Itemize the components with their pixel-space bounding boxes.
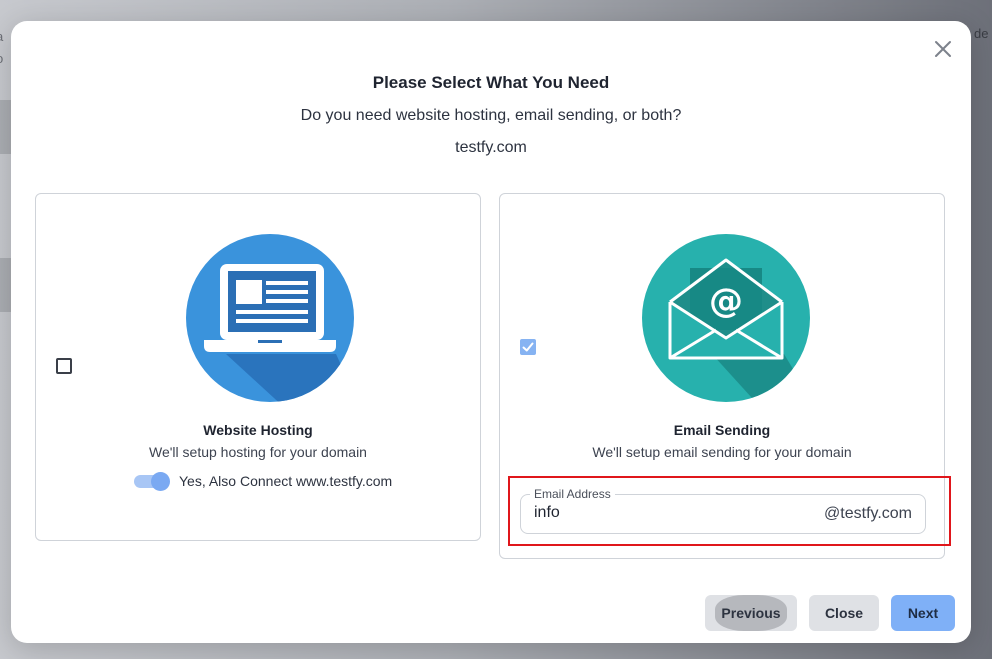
email-address-field[interactable]: Email Address @testfy.com bbox=[520, 487, 926, 534]
email-domain-suffix: @testfy.com bbox=[824, 505, 912, 522]
svg-text:@: @ bbox=[709, 281, 743, 321]
next-button[interactable]: Next bbox=[891, 595, 955, 631]
email-title: Email Sending bbox=[673, 422, 771, 438]
select-services-modal: Please Select What You Need Do you need … bbox=[11, 21, 971, 643]
email-address-label: Email Address bbox=[530, 487, 615, 501]
hosting-checkbox[interactable] bbox=[56, 358, 72, 374]
background-page-text: a o bbox=[0, 26, 3, 70]
check-icon bbox=[522, 342, 534, 352]
previous-button[interactable]: Previous bbox=[705, 595, 797, 631]
hosting-description: We'll setup hosting for your domain bbox=[149, 444, 367, 460]
domain-name: testfy.com bbox=[455, 139, 527, 156]
email-checkbox[interactable] bbox=[520, 339, 536, 355]
laptop-icon bbox=[186, 234, 354, 402]
envelope-at-icon: @ bbox=[642, 234, 810, 402]
email-local-part-input[interactable] bbox=[534, 504, 794, 522]
website-hosting-card[interactable]: Website Hosting We'll setup hosting for … bbox=[35, 193, 481, 541]
hosting-title: Website Hosting bbox=[203, 422, 313, 438]
background-page-text-right: de bbox=[974, 26, 989, 41]
modal-title: Please Select What You Need bbox=[372, 73, 610, 92]
connect-www-label: Yes, Also Connect www.testfy.com bbox=[179, 473, 393, 489]
email-description: We'll setup email sending for your domai… bbox=[592, 444, 852, 460]
close-icon[interactable] bbox=[931, 37, 955, 61]
previous-button-label: Previous bbox=[721, 605, 781, 621]
close-button[interactable]: Close bbox=[809, 595, 879, 631]
connect-www-toggle-row[interactable]: Yes, Also Connect www.testfy.com bbox=[134, 471, 392, 491]
connect-www-toggle[interactable] bbox=[134, 471, 170, 491]
toggle-thumb bbox=[151, 472, 170, 491]
modal-subtitle: Do you need website hosting, email sendi… bbox=[300, 107, 682, 124]
